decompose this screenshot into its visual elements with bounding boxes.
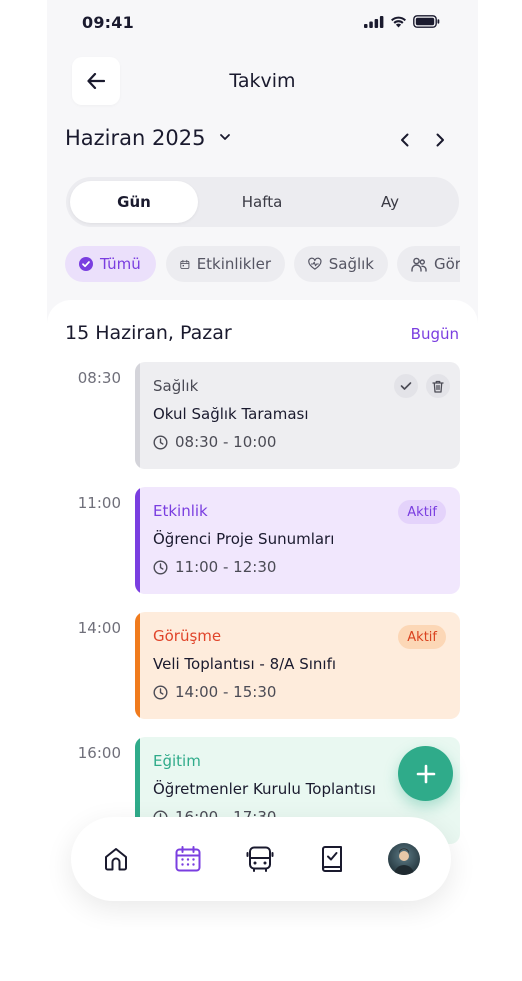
filter-chip-health[interactable]: Sağlık	[294, 246, 388, 282]
event-actions	[394, 374, 450, 398]
filter-chip-meetings[interactable]: Görüşmeler	[397, 246, 460, 282]
tab-calendar[interactable]	[172, 843, 204, 875]
event-card[interactable]: Görüşme Aktif Veli Toplantısı - 8/A Sını…	[135, 612, 460, 719]
previous-month-button[interactable]	[395, 128, 415, 152]
event-time-label: 08:30 - 10:00	[175, 433, 277, 451]
hour-label: 08:30	[77, 369, 121, 387]
tab-month[interactable]: Ay	[326, 181, 454, 223]
status-time: 09:41	[82, 13, 134, 32]
check-icon	[400, 382, 412, 390]
tab-bus[interactable]	[244, 843, 276, 875]
clock-icon	[153, 434, 168, 450]
heart-pulse-icon	[308, 257, 322, 270]
event-title: Öğrenci Proje Sunumları	[153, 530, 335, 548]
event-time: 14:00 - 15:30	[153, 683, 276, 701]
chevron-down-icon[interactable]	[219, 132, 231, 142]
bottom-tab-bar	[71, 817, 451, 901]
signal-icon	[364, 15, 384, 28]
event-time-label: 14:00 - 15:30	[175, 683, 277, 701]
event-time: 11:00 - 12:30	[153, 558, 276, 576]
event-title: Veli Toplantısı - 8/A Sınıfı	[153, 655, 337, 673]
people-icon	[411, 257, 427, 272]
filter-chip-label: Görüşmeler	[434, 255, 460, 273]
event-color-bar	[135, 612, 140, 719]
event-card[interactable]: Sağlık Okul Sağlık Taraması 08:30 - 10:0…	[135, 362, 460, 469]
wifi-icon	[391, 16, 406, 28]
chevron-left-icon	[401, 133, 409, 147]
battery-icon	[413, 15, 440, 28]
hour-label: 11:00	[77, 494, 121, 512]
event-color-bar	[135, 362, 140, 469]
event-category: Etkinlik	[153, 502, 208, 520]
complete-button[interactable]	[394, 374, 418, 398]
chevron-right-icon	[436, 133, 444, 147]
event-title: Okul Sağlık Taraması	[153, 405, 309, 423]
clock-icon	[153, 684, 168, 700]
hour-label: 16:00	[77, 744, 121, 762]
hour-label: 14:00	[77, 619, 121, 637]
tab-home[interactable]	[100, 843, 132, 875]
filter-chip-label: Sağlık	[328, 255, 374, 273]
filter-chips: Tümü Etkinlikler Sağlık Görüşmeler	[65, 246, 460, 282]
bus-icon	[246, 846, 274, 872]
tab-day[interactable]: Gün	[70, 181, 198, 223]
add-event-button[interactable]	[398, 746, 453, 801]
event-category: Görüşme	[153, 627, 222, 645]
calendar-icon	[175, 846, 201, 872]
event-category: Sağlık	[153, 377, 199, 395]
calendar-icon	[180, 259, 190, 269]
filter-chip-label: Etkinlikler	[196, 255, 271, 273]
view-switcher: Gün Hafta Ay	[66, 177, 459, 227]
checkbook-icon	[322, 846, 342, 872]
page-title: Takvim	[229, 70, 296, 92]
status-icons	[364, 15, 440, 28]
next-month-button[interactable]	[430, 128, 450, 152]
event-color-bar	[135, 487, 140, 594]
app-screen: 09:41 Takvim Haziran 2025 Gün Hafta Ay T…	[47, 0, 478, 930]
status-badge: Aktif	[398, 625, 446, 649]
user-photo-icon	[394, 848, 414, 875]
filter-chip-all[interactable]: Tümü	[65, 246, 156, 282]
clock-icon	[153, 559, 168, 575]
status-badge: Aktif	[398, 500, 446, 524]
home-icon	[105, 848, 127, 871]
delete-button[interactable]	[426, 374, 450, 398]
tab-week[interactable]: Hafta	[198, 181, 326, 223]
status-bar: 09:41	[47, 0, 478, 48]
selected-date: 15 Haziran, Pazar	[65, 322, 232, 344]
avatar	[388, 843, 420, 875]
month-label[interactable]: Haziran 2025	[65, 126, 205, 150]
today-button[interactable]: Bugün	[411, 325, 459, 343]
tab-profile[interactable]	[388, 843, 420, 875]
event-card[interactable]: Etkinlik Aktif Öğrenci Proje Sunumları 1…	[135, 487, 460, 594]
plus-icon	[416, 764, 435, 783]
event-category: Eğitim	[153, 752, 201, 770]
trash-icon	[432, 380, 444, 393]
event-time-label: 11:00 - 12:30	[175, 558, 277, 576]
event-title: Öğretmenler Kurulu Toplantısı	[153, 780, 376, 798]
tab-assignments[interactable]	[316, 843, 348, 875]
filter-chip-events[interactable]: Etkinlikler	[166, 246, 285, 282]
check-circle-icon	[79, 257, 93, 271]
filter-chip-label: Tümü	[100, 255, 141, 273]
event-time: 08:30 - 10:00	[153, 433, 276, 451]
